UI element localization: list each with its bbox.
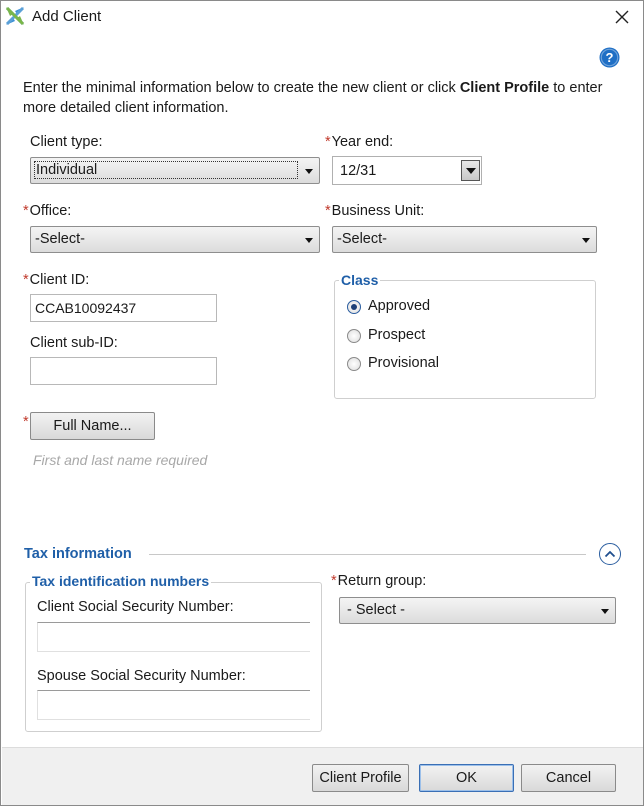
app-logo-icon xyxy=(5,6,25,26)
client-type-label: Client type: xyxy=(30,134,103,150)
radio-prospect[interactable] xyxy=(347,329,361,343)
year-end-dropdown-button[interactable] xyxy=(461,160,480,181)
chevron-down-icon xyxy=(305,169,313,174)
help-icon[interactable]: ? xyxy=(599,47,620,68)
intro-text: Enter the minimal information below to c… xyxy=(23,78,623,118)
close-button[interactable] xyxy=(601,1,643,33)
client-ssn-input[interactable] xyxy=(37,622,310,652)
client-sub-id-input[interactable] xyxy=(30,357,217,385)
required-marker: * xyxy=(23,203,29,219)
tax-id-numbers-title: Tax identification numbers xyxy=(30,573,212,589)
client-id-label: *Client ID: xyxy=(23,272,89,288)
radio-provisional[interactable] xyxy=(347,357,361,371)
client-ssn-label: Client Social Security Number: xyxy=(37,599,234,615)
radio-prospect-label: Prospect xyxy=(368,327,426,343)
radio-provisional-label: Provisional xyxy=(368,355,439,371)
client-type-select[interactable]: Individual xyxy=(30,157,320,184)
return-group-select[interactable]: - Select - xyxy=(339,597,616,624)
year-end-label: *Year end: xyxy=(325,134,393,150)
window-title: Add Client xyxy=(32,8,102,25)
office-label-text: Office: xyxy=(29,203,72,219)
spouse-ssn-label: Spouse Social Security Number: xyxy=(37,668,246,684)
collapse-tax-section-button[interactable] xyxy=(599,543,621,565)
chevron-down-icon xyxy=(601,609,609,614)
business-unit-label-text: Business Unit: xyxy=(331,203,425,219)
required-marker: * xyxy=(331,573,337,589)
client-id-input[interactable]: CCAB10092437 xyxy=(30,294,217,322)
svg-text:?: ? xyxy=(606,50,614,65)
client-type-value: Individual xyxy=(34,161,298,179)
chevron-up-icon xyxy=(604,550,616,558)
cancel-button[interactable]: Cancel xyxy=(521,764,616,792)
client-sub-id-label: Client sub-ID: xyxy=(30,335,118,351)
client-profile-button[interactable]: Client Profile xyxy=(312,764,409,792)
full-name-required-marker: * xyxy=(23,414,29,430)
title-bar: Add Client xyxy=(1,1,643,33)
return-group-label: *Return group: xyxy=(331,573,426,589)
office-select[interactable]: -Select- xyxy=(30,226,320,253)
full-name-hint: First and last name required xyxy=(33,452,208,468)
year-end-value: 12/31 xyxy=(340,163,377,179)
section-divider xyxy=(149,554,586,555)
office-label: *Office: xyxy=(23,203,71,219)
business-unit-select[interactable]: -Select- xyxy=(332,226,597,253)
business-unit-label: *Business Unit: xyxy=(325,203,424,219)
year-end-label-text: Year end: xyxy=(331,134,394,150)
year-end-field[interactable]: 12/31 xyxy=(332,156,482,185)
add-client-dialog: Add Client ? Enter the minimal informati… xyxy=(0,0,644,806)
ok-button[interactable]: OK xyxy=(419,764,514,792)
business-unit-value: -Select- xyxy=(337,231,387,247)
required-marker: * xyxy=(325,134,331,150)
office-value: -Select- xyxy=(35,231,85,247)
intro-text-bold: Client Profile xyxy=(459,80,550,96)
intro-text-part1: Enter the minimal information below to c… xyxy=(23,80,460,96)
chevron-down-icon xyxy=(582,238,590,243)
close-icon xyxy=(615,10,629,24)
class-group-title: Class xyxy=(339,272,381,288)
full-name-button[interactable]: Full Name... xyxy=(30,412,155,440)
chevron-down-icon xyxy=(305,238,313,243)
required-marker: * xyxy=(23,272,29,288)
spouse-ssn-input[interactable] xyxy=(37,690,310,720)
radio-approved-label: Approved xyxy=(368,298,431,314)
client-id-label-text: Client ID: xyxy=(29,272,90,288)
radio-approved[interactable] xyxy=(347,300,361,314)
return-group-label-text: Return group: xyxy=(337,573,427,589)
return-group-value: - Select - xyxy=(347,602,406,618)
required-marker: * xyxy=(325,203,331,219)
tax-information-title: Tax information xyxy=(24,546,132,562)
